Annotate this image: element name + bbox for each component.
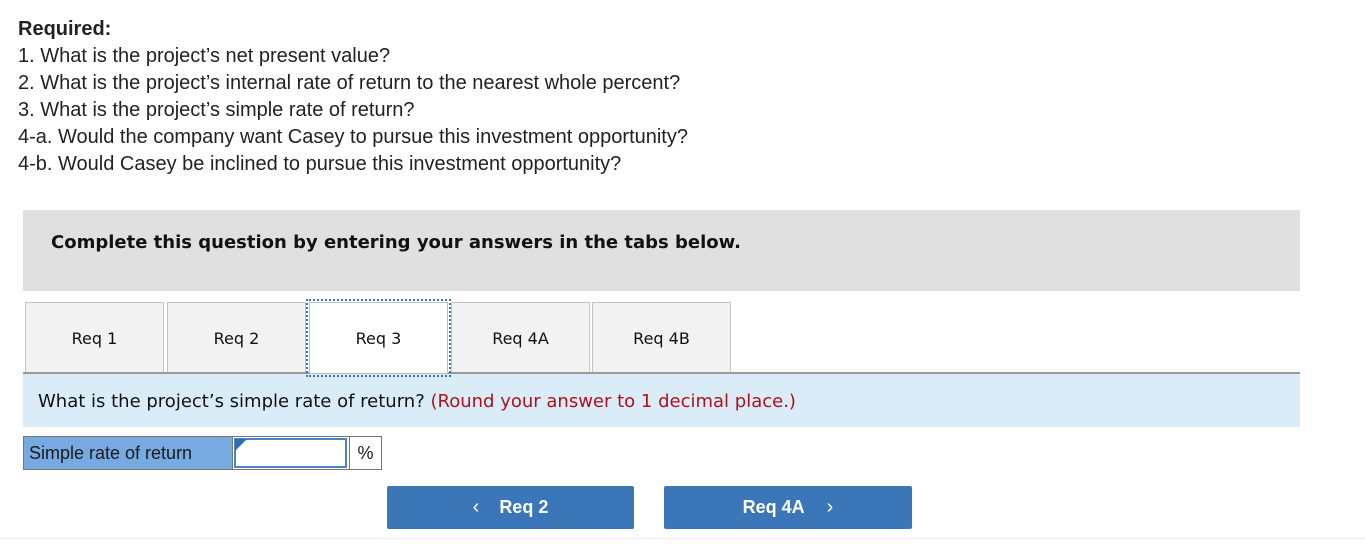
instructions-banner: Complete this question by entering your …: [23, 210, 1300, 291]
answer-row: Simple rate of return %: [23, 436, 382, 470]
tab-req-2[interactable]: Req 2: [167, 302, 306, 373]
tab-req-1[interactable]: Req 1: [25, 302, 164, 373]
question-text: What is the project’s simple rate of ret…: [38, 391, 796, 412]
required-section: Required: 1. What is the project’s net p…: [18, 16, 688, 178]
prev-req-2-button[interactable]: ‹ Req 2: [387, 486, 634, 529]
tab-req-4a[interactable]: Req 4A: [451, 302, 590, 373]
simple-rate-of-return-input[interactable]: [234, 438, 347, 468]
question-hint: (Round your answer to 1 decimal place.): [430, 391, 796, 412]
prev-button-label: Req 2: [499, 497, 549, 517]
answer-input-container: [233, 436, 350, 470]
required-item: 3. What is the project’s simple rate of …: [18, 99, 415, 121]
required-item: 4-a. Would the company want Casey to pur…: [18, 126, 688, 148]
next-button-label: Req 4A: [742, 497, 805, 517]
question-prompt: What is the project’s simple rate of ret…: [38, 391, 425, 412]
required-item: 2. What is the project’s internal rate o…: [18, 72, 681, 94]
required-item: 1. What is the project’s net present val…: [18, 45, 391, 67]
tab-req-4b[interactable]: Req 4B: [592, 302, 731, 373]
required-title: Required:: [18, 18, 112, 40]
percent-unit: %: [350, 436, 382, 470]
instructions-text: Complete this question by entering your …: [51, 232, 741, 253]
answer-label: Simple rate of return: [23, 436, 233, 470]
tab-req-3[interactable]: Req 3: [306, 299, 451, 377]
question-panel: What is the project’s simple rate of ret…: [23, 372, 1300, 427]
bottom-divider: [0, 538, 1365, 539]
chevron-right-icon: ›: [826, 496, 834, 518]
required-item: 4-b. Would Casey be inclined to pursue t…: [18, 153, 622, 175]
next-req-4a-button[interactable]: Req 4A ›: [664, 486, 912, 529]
chevron-left-icon: ‹: [472, 496, 480, 518]
